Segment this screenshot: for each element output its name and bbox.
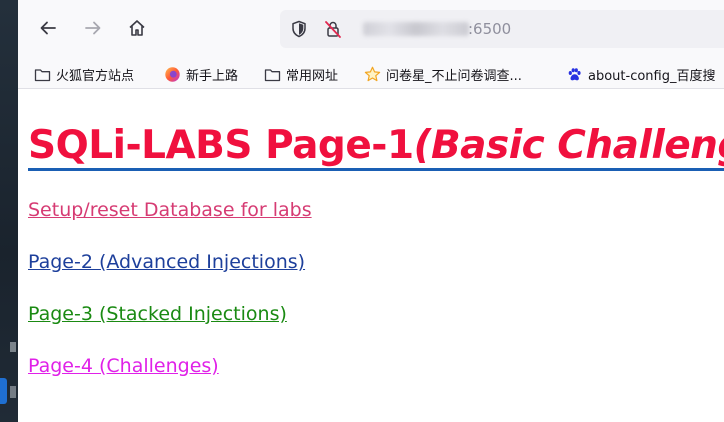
firefox-icon — [165, 66, 180, 82]
home-icon — [129, 20, 145, 36]
bookmark-label: 常用网址 — [286, 68, 339, 84]
taskbar-app-icon[interactable] — [0, 378, 7, 404]
bookmark-wenjuanxing[interactable]: 问卷星_不止问卷调查... — [364, 62, 522, 86]
paw-icon — [568, 67, 581, 80]
url-text[interactable]: :6500 — [468, 20, 511, 38]
back-button[interactable] — [32, 12, 64, 44]
folder-icon — [34, 68, 51, 81]
page-title-subtitle-link[interactable]: (Basic Challenges) — [413, 123, 724, 171]
bookmark-label: 问卷星_不止问卷调查... — [386, 68, 522, 84]
setup-reset-database-link[interactable]: Setup/reset Database for labs — [28, 199, 312, 221]
star-icon — [364, 66, 381, 81]
forward-arrow-icon — [85, 21, 101, 35]
shield-icon[interactable] — [289, 19, 309, 39]
page-3-link[interactable]: Page-3 (Stacked Injections) — [28, 303, 287, 325]
bookmark-about-config[interactable]: about-config_百度搜 — [566, 62, 715, 86]
bookmark-firefox-official[interactable]: 火狐官方站点 — [34, 62, 134, 86]
browser-window: :6500 火狐官方站点 新手上路 常用网址 问卷星_不止问卷调查... abo… — [18, 0, 724, 422]
desktop-background — [0, 0, 18, 422]
page-content: SQLi-LABS Page-1(Basic Challenges) Setup… — [18, 90, 724, 422]
page-title: SQLi-LABS Page-1(Basic Challenges) — [28, 123, 724, 171]
desktop-glyph — [10, 386, 16, 398]
page-4-link[interactable]: Page-4 (Challenges) — [28, 355, 219, 377]
bookmark-getting-started[interactable]: 新手上路 — [164, 62, 238, 86]
bookmark-common-sites[interactable]: 常用网址 — [264, 62, 338, 86]
bookmark-label: about-config_百度搜 — [588, 68, 716, 84]
bookmark-label: 新手上路 — [186, 68, 239, 84]
desktop-glyph — [10, 342, 16, 352]
page-2-link[interactable]: Page-2 (Advanced Injections) — [28, 251, 305, 273]
home-button[interactable] — [121, 12, 153, 44]
back-arrow-icon — [40, 21, 56, 35]
forward-button[interactable] — [77, 12, 109, 44]
navigation-bar: :6500 — [18, 0, 724, 58]
insecure-lock-icon[interactable] — [323, 19, 343, 39]
url-bar[interactable]: :6500 — [280, 10, 724, 48]
redacted-url-host — [363, 22, 469, 36]
bookmark-label: 火狐官方站点 — [56, 68, 135, 84]
page-title-link[interactable]: SQLi-LABS Page-1 — [28, 123, 414, 171]
folder-icon — [264, 68, 281, 81]
bookmarks-bar: 火狐官方站点 新手上路 常用网址 问卷星_不止问卷调查... about-con… — [18, 58, 724, 89]
